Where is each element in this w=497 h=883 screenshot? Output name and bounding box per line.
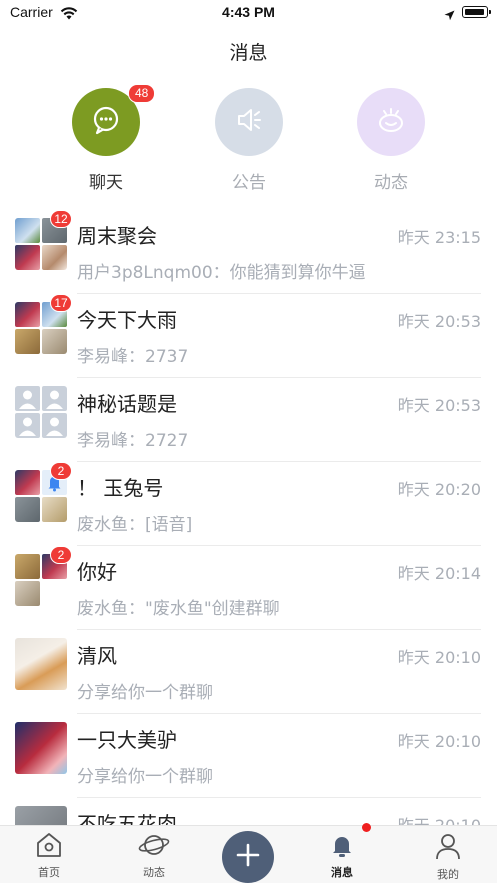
moments-circle[interactable] [357,88,425,156]
category-notice[interactable]: 公告 [209,88,289,193]
user-icon [434,834,462,864]
clock: 4:43 PM [222,4,275,20]
conversation-time: 昨天 20:53 [397,312,481,331]
tab-mine[interactable]: 我的 [413,832,483,882]
conversation-preview: 分享给你一个群聊 [77,767,213,787]
default-avatar-icon [42,386,67,411]
tab-moments-label: 动态 [143,866,165,879]
category-chat[interactable]: 48 聊天 [66,84,156,193]
default-avatar-icon [15,413,40,438]
chat-circle[interactable]: 48 [72,84,156,156]
category-notice-label: 公告 [232,173,266,193]
list-item[interactable]: 清风 昨天 20:10 分享给你一个群聊 [0,630,497,714]
unread-badge: 17 [50,294,72,312]
conversation-name: ！ 玉兔号 [77,476,164,500]
conversation-time: 昨天 20:10 [397,732,481,751]
tab-home[interactable]: 首页 [14,832,84,880]
list-item[interactable]: 17 今天下大雨 昨天 20:53 李易峰：2737 [0,294,497,378]
battery-icon [462,6,491,18]
tab-messages[interactable]: 消息 [307,832,377,880]
tab-moments[interactable]: 动态 [119,832,189,880]
list-item[interactable]: 神秘话题是 昨天 20:53 李易峰：2727 [0,378,497,462]
conversation-time: 昨天 20:10 [397,648,481,667]
chat-unread-badge: 48 [128,84,156,103]
conversation-preview: 废水鱼："废水鱼"创建群聊 [77,599,280,619]
avatar [15,638,67,690]
conversation-preview: 分享给你一个群聊 [77,683,213,703]
list-item[interactable]: 2 ！ 玉兔号 昨天 20:20 废水鱼：[语音] [0,462,497,546]
tab-messages-label: 消息 [331,866,353,879]
conversation-time: 昨天 23:15 [397,228,481,247]
conversation-preview: 废水鱼：[语音] [77,515,193,535]
list-item[interactable]: 2 你好 昨天 20:14 废水鱼："废水鱼"创建群聊 [0,546,497,630]
tab-bar: 首页 动态 消息 我的 [0,825,497,883]
plus-icon [236,843,260,871]
conversation-preview: 用户3p8Lnqm00：你能猜到算你牛逼 [77,263,366,283]
category-row: 48 聊天 公告 动态 [0,84,497,198]
speaker-icon [234,105,264,139]
chat-bubble-icon [91,105,121,139]
unread-badge: 2 [50,462,72,480]
avatar [15,722,67,774]
messages-notification-dot [362,823,371,832]
conversation-time: 昨天 20:14 [397,564,481,583]
conversation-name: 清风 [77,644,117,668]
category-moments-label: 动态 [374,173,408,193]
status-bar: Carrier 4:43 PM [0,0,497,28]
tab-home-label: 首页 [38,866,60,879]
default-avatar-icon [42,413,67,438]
conversation-name: 周末聚会 [77,224,157,248]
conversation-name: 神秘话题是 [77,392,177,416]
conversation-name: 一只大美驴 [77,728,177,752]
list-item[interactable]: 12 周末聚会 昨天 23:15 用户3p8Lnqm00：你能猜到算你牛逼 [0,210,497,294]
conversation-name: 今天下大雨 [77,308,177,332]
tab-mine-label: 我的 [437,868,459,881]
conversation-name: 你好 [77,560,117,584]
planet-icon [138,835,170,862]
category-chat-label: 聊天 [89,173,123,193]
default-avatar-icon [15,386,40,411]
conversation-preview: 李易峰：2727 [77,431,189,451]
moments-icon [375,105,407,139]
page-title: 消息 [229,42,268,64]
list-item[interactable]: 一只大美驴 昨天 20:10 分享给你一个群聊 [0,714,497,798]
conversation-preview: 李易峰：2737 [77,347,189,367]
home-icon [35,833,63,862]
group-avatar [15,386,67,438]
conversation-time: 昨天 20:53 [397,396,481,415]
unread-badge: 12 [50,210,72,228]
notice-circle[interactable] [215,88,283,156]
bell-icon [328,837,356,862]
conversation-time: 昨天 20:20 [397,480,481,499]
location-arrow-icon [444,6,455,25]
unread-badge: 2 [50,546,72,564]
category-moments[interactable]: 动态 [351,88,431,193]
add-button[interactable] [222,831,274,883]
conversation-list: 12 周末聚会 昨天 23:15 用户3p8Lnqm00：你能猜到算你牛逼 17… [0,210,497,882]
